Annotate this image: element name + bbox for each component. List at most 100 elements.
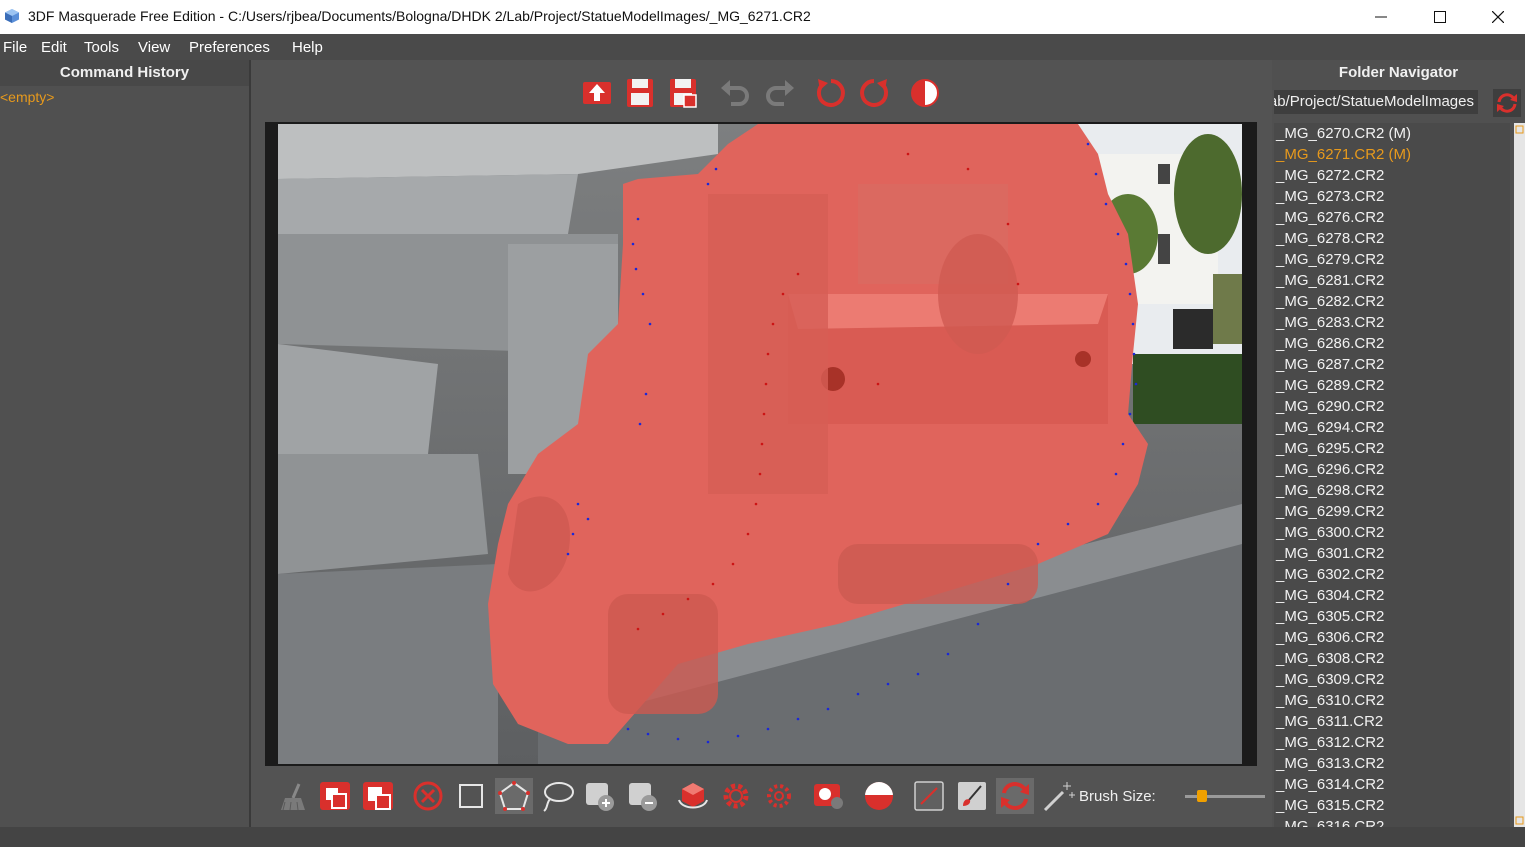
file-list-item[interactable]: _MG_6271.CR2 (M)	[1274, 144, 1510, 165]
file-list-item[interactable]: _MG_6314.CR2	[1274, 774, 1510, 795]
save-all-icon	[670, 79, 697, 108]
file-list-item[interactable]: _MG_6313.CR2	[1274, 753, 1510, 774]
magic-wand-icon	[1043, 782, 1075, 812]
mask-add-button[interactable]	[316, 778, 354, 814]
line-button[interactable]	[910, 778, 948, 814]
3df-logo-icon	[5, 9, 19, 23]
file-list[interactable]: _MG_6270.CR2 (M) _MG_6271.CR2 (M) _MG_6272…	[1274, 123, 1510, 827]
scrollbar-arrows	[1515, 125, 1524, 825]
menu-view[interactable]: View	[138, 39, 170, 56]
file-list-item[interactable]: _MG_6270.CR2 (M)	[1274, 123, 1510, 144]
save-icon	[627, 79, 653, 107]
brush-size-label: Brush Size:	[1079, 788, 1156, 805]
image-editor-area: Brush Size:	[253, 60, 1268, 827]
rotate-right-button[interactable]	[855, 75, 893, 111]
refresh-folder-button[interactable]	[1493, 89, 1521, 117]
menu-preferences[interactable]: Preferences	[189, 39, 270, 56]
file-list-item[interactable]: _MG_6283.CR2	[1274, 312, 1510, 333]
menu-tools[interactable]: Tools	[84, 39, 119, 56]
brush-size-slider-handle[interactable]	[1196, 790, 1207, 802]
cancel-button[interactable]	[409, 778, 447, 814]
file-list-item[interactable]: _MG_6300.CR2	[1274, 522, 1510, 543]
file-list-item[interactable]: _MG_6272.CR2	[1274, 165, 1510, 186]
close-button[interactable]	[1469, 0, 1525, 34]
file-list-item[interactable]: _MG_6286.CR2	[1274, 333, 1510, 354]
undo-button[interactable]	[717, 75, 755, 111]
file-list-item[interactable]: _MG_6296.CR2	[1274, 459, 1510, 480]
gear-button[interactable]	[760, 778, 798, 814]
file-list-item[interactable]: _MG_6282.CR2	[1274, 291, 1510, 312]
rectangle-select-button[interactable]	[452, 778, 490, 814]
file-list-item[interactable]: _MG_6295.CR2	[1274, 438, 1510, 459]
minimize-icon	[1375, 16, 1387, 18]
export-mask-button[interactable]	[578, 75, 616, 111]
file-list-item[interactable]: _MG_6273.CR2	[1274, 186, 1510, 207]
file-list-item[interactable]: _MG_6290.CR2	[1274, 396, 1510, 417]
save-button[interactable]	[621, 75, 659, 111]
export-mask-icon	[583, 82, 611, 104]
file-list-item[interactable]: _MG_6304.CR2	[1274, 585, 1510, 606]
file-list-item[interactable]: _MG_6276.CR2	[1274, 207, 1510, 228]
brush-clear-button[interactable]	[273, 778, 311, 814]
zoom-out-button[interactable]	[624, 778, 662, 814]
menu-edit[interactable]: Edit	[41, 39, 67, 56]
file-list-item[interactable]: _MG_6311.CR2	[1274, 711, 1510, 732]
file-list-item[interactable]: _MG_6302.CR2	[1274, 564, 1510, 585]
mask-subtract-button[interactable]	[359, 778, 397, 814]
rectangle-select-icon	[459, 784, 483, 808]
redo-button[interactable]	[760, 75, 798, 111]
region-grow-button[interactable]	[810, 778, 848, 814]
cube-icon	[678, 783, 708, 809]
minimize-button[interactable]	[1352, 0, 1410, 34]
title-bar: 3DF Masquerade Free Edition - C:/Users/r…	[0, 0, 1525, 34]
maximize-button[interactable]	[1411, 0, 1469, 34]
masked-photo[interactable]	[278, 124, 1242, 764]
invert-mask-button[interactable]	[906, 75, 944, 111]
save-all-button[interactable]	[664, 75, 702, 111]
file-list-item[interactable]: _MG_6315.CR2	[1274, 795, 1510, 816]
file-list-item[interactable]: _MG_6278.CR2	[1274, 228, 1510, 249]
menu-file[interactable]: File	[3, 39, 27, 56]
file-list-item[interactable]: _MG_6316.CR2	[1274, 816, 1510, 827]
file-list-item[interactable]: _MG_6299.CR2	[1274, 501, 1510, 522]
file-list-item[interactable]: _MG_6281.CR2	[1274, 270, 1510, 291]
rotate-left-button[interactable]	[812, 75, 850, 111]
lasso-select-button[interactable]	[538, 778, 576, 814]
file-list-scrollbar[interactable]	[1514, 123, 1525, 827]
mask-add-icon	[320, 782, 350, 810]
file-list-item[interactable]: _MG_6298.CR2	[1274, 480, 1510, 501]
cube-button[interactable]	[674, 778, 712, 814]
gear-red-button[interactable]	[717, 778, 755, 814]
swap-icon	[1001, 782, 1029, 810]
folder-navigator-panel: Folder Navigator C:/Users/rjbea/Document…	[1272, 60, 1525, 827]
file-list-item[interactable]: _MG_6287.CR2	[1274, 354, 1510, 375]
refresh-icon	[1497, 93, 1517, 113]
file-list-item[interactable]: _MG_6309.CR2	[1274, 669, 1510, 690]
file-list-item[interactable]: _MG_6306.CR2	[1274, 627, 1510, 648]
gear-red-icon	[723, 783, 749, 809]
swap-button[interactable]	[996, 778, 1034, 814]
file-list-item[interactable]: _MG_6308.CR2	[1274, 648, 1510, 669]
top-toolbar	[578, 75, 948, 111]
file-list-item[interactable]: _MG_6310.CR2	[1274, 690, 1510, 711]
zoom-in-button[interactable]	[581, 778, 619, 814]
menu-help[interactable]: Help	[292, 39, 323, 56]
image-viewer[interactable]	[265, 122, 1257, 766]
file-list-item[interactable]: _MG_6305.CR2	[1274, 606, 1510, 627]
zoom-in-icon	[586, 783, 614, 811]
mask-subtract-icon	[363, 782, 393, 810]
file-list-item[interactable]: _MG_6294.CR2	[1274, 417, 1510, 438]
folder-path-field[interactable]: C:/Users/rjbea/Documents/Bologna/DHDK 2/…	[1274, 90, 1478, 114]
brush-size-slider[interactable]	[1185, 790, 1265, 802]
polygon-select-button[interactable]	[495, 778, 533, 814]
folder-navigator-title: Folder Navigator	[1338, 64, 1459, 81]
status-bar	[0, 827, 1525, 847]
brush-button[interactable]	[953, 778, 991, 814]
magic-wand-button[interactable]	[1039, 778, 1077, 814]
file-list-item[interactable]: _MG_6301.CR2	[1274, 543, 1510, 564]
file-list-item[interactable]: _MG_6312.CR2	[1274, 732, 1510, 753]
maximize-icon	[1434, 11, 1446, 23]
mask-half-button[interactable]	[860, 778, 898, 814]
file-list-item[interactable]: _MG_6289.CR2	[1274, 375, 1510, 396]
file-list-item[interactable]: _MG_6279.CR2	[1274, 249, 1510, 270]
